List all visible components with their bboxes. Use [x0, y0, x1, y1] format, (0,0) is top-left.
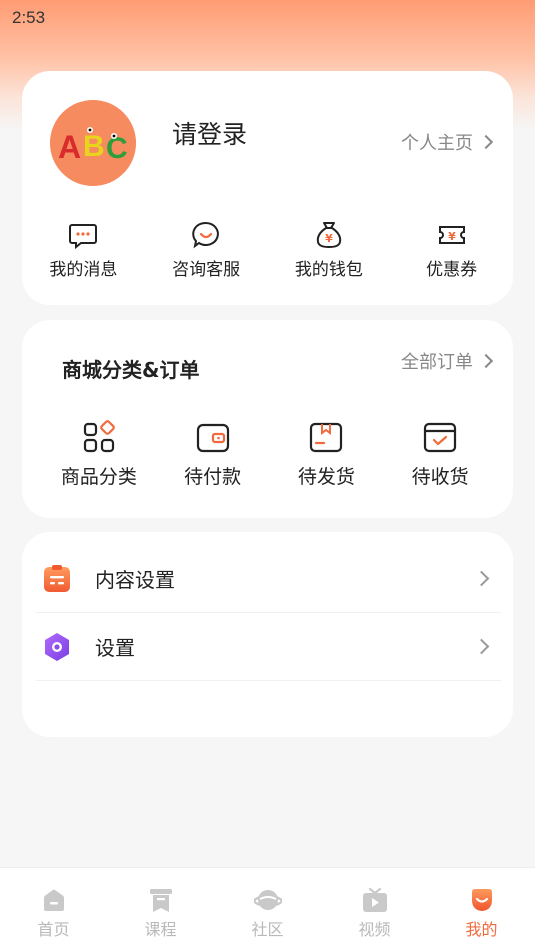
wallet-bag-icon: ¥ — [316, 222, 342, 249]
svg-text:B: B — [83, 130, 105, 163]
tab-mine[interactable]: 我的 — [428, 868, 535, 951]
mall-item-label: 待付款 — [184, 466, 242, 488]
tab-community[interactable]: 社区 — [214, 868, 321, 951]
course-icon — [149, 889, 172, 912]
quick-action-label: 我的钱包 — [294, 260, 363, 280]
mall-item-categories[interactable]: 商品分类 — [42, 420, 156, 489]
quick-action-coupon[interactable]: ¥ 优惠券 — [390, 219, 513, 280]
quick-action-label: 优惠券 — [426, 260, 478, 280]
settings-icon — [45, 632, 69, 661]
mall-item-label: 商品分类 — [60, 466, 137, 488]
login-prompt[interactable]: 请登录 — [172, 115, 247, 151]
personal-homepage-label: 个人主页 — [401, 133, 473, 154]
category-icon — [83, 420, 115, 453]
tab-label: 我的 — [465, 920, 498, 939]
wallet-icon — [196, 423, 229, 453]
mall-item-pending-receipt[interactable]: 待收货 — [383, 420, 497, 489]
community-icon — [253, 890, 282, 910]
quick-action-customer-service[interactable]: 咨询客服 — [145, 219, 268, 280]
quick-action-messages[interactable]: 我的消息 — [22, 219, 145, 280]
svg-text:¥: ¥ — [448, 230, 456, 243]
chevron-right-icon — [473, 638, 490, 655]
content-settings-icon — [44, 564, 70, 592]
coupon-icon: ¥ — [438, 226, 465, 244]
tab-video[interactable]: 视频 — [321, 868, 428, 951]
personal-homepage-link[interactable]: 个人主页 — [401, 129, 494, 155]
video-icon — [362, 887, 387, 912]
profile-card: A B C 请登录 个人主页 我的消息 咨询客服 ¥ 我的钱包 ¥ 优惠券 — [22, 71, 513, 305]
tab-home[interactable]: 首页 — [0, 868, 107, 951]
settings-row[interactable]: 设置 — [36, 613, 501, 681]
quick-actions: 我的消息 咨询客服 ¥ 我的钱包 ¥ 优惠券 — [22, 219, 513, 280]
content-settings-label: 内容设置 — [95, 568, 175, 592]
bottom-tab-bar: 首页 课程 社区 视频 我的 — [0, 867, 535, 951]
customer-service-icon — [192, 221, 219, 249]
delivery-box-icon — [424, 422, 457, 453]
mall-item-label: 待发货 — [297, 466, 355, 488]
all-orders-link[interactable]: 全部订单 — [401, 348, 494, 374]
settings-label: 设置 — [95, 636, 135, 660]
home-icon — [43, 889, 64, 911]
tab-course[interactable]: 课程 — [107, 868, 214, 951]
avatar-abc-image: A B C — [50, 100, 136, 186]
all-orders-label: 全部订单 — [401, 352, 473, 373]
package-icon — [310, 422, 343, 453]
mall-item-pending-shipment[interactable]: 待发货 — [270, 420, 384, 489]
message-icon — [69, 224, 98, 250]
tab-label: 视频 — [358, 920, 391, 939]
mall-actions: 商品分类 待付款 待发货 待收货 — [42, 420, 497, 489]
mall-orders-card: 商城分类&订单 全部订单 商品分类 待付款 待发货 待收货 — [22, 320, 513, 518]
mall-item-pending-payment[interactable]: 待付款 — [156, 420, 270, 489]
content-settings-row[interactable]: 内容设置 — [36, 545, 501, 613]
tab-label: 首页 — [37, 920, 70, 939]
mall-item-label: 待收货 — [411, 466, 469, 488]
tab-label: 课程 — [144, 920, 177, 939]
svg-text:¥: ¥ — [325, 232, 333, 245]
chevron-right-icon — [478, 353, 494, 369]
mall-section-title: 商城分类&订单 — [62, 358, 200, 382]
quick-action-label: 我的消息 — [49, 260, 118, 280]
settings-card: 内容设置 设置 — [22, 532, 513, 737]
status-time: 2:53 — [12, 8, 46, 27]
tab-label: 社区 — [251, 920, 284, 939]
chevron-right-icon — [478, 134, 494, 150]
quick-action-label: 咨询客服 — [172, 260, 241, 280]
profile-icon — [471, 889, 492, 911]
avatar[interactable]: A B C — [50, 100, 136, 186]
svg-text:A: A — [58, 129, 81, 165]
chevron-right-icon — [473, 570, 490, 587]
quick-action-wallet[interactable]: ¥ 我的钱包 — [268, 219, 391, 280]
